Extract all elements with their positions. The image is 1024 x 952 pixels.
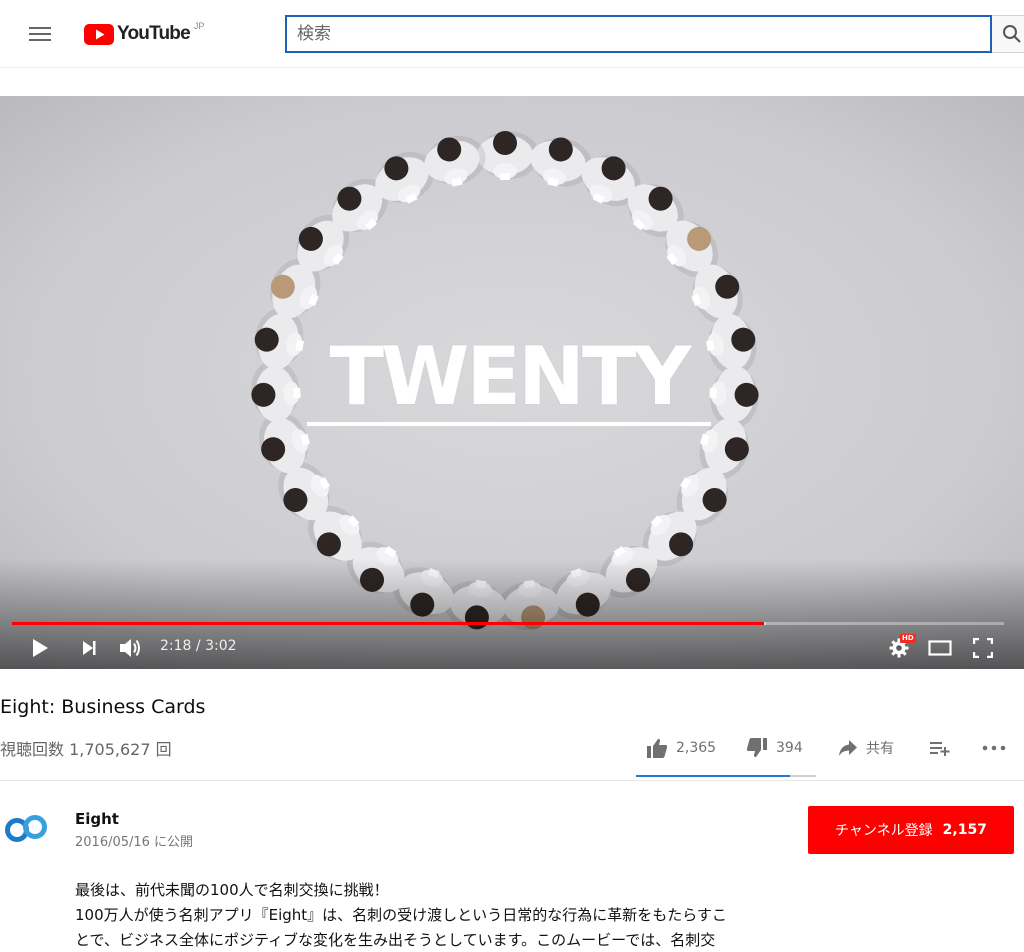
thumbs-down-icon bbox=[746, 738, 767, 758]
theater-mode-button[interactable] bbox=[926, 636, 954, 660]
video-overlay-title: TWENTY bbox=[329, 330, 692, 423]
divider bbox=[0, 780, 1024, 781]
search-box bbox=[285, 15, 992, 53]
eight-logo-icon bbox=[5, 815, 47, 842]
next-button[interactable] bbox=[76, 636, 102, 660]
subscribe-label: チャンネル登録 bbox=[835, 823, 933, 839]
guide-menu-button[interactable] bbox=[28, 24, 52, 44]
hd-badge: HD bbox=[900, 634, 916, 643]
search-icon bbox=[1002, 25, 1021, 43]
masthead: YouTube JP bbox=[0, 0, 1024, 68]
time-current: 2:18 bbox=[160, 638, 192, 654]
video-player[interactable]: TWENTY 2:18 / 3:02 HD bbox=[0, 96, 1024, 669]
subscribe-button[interactable]: チャンネル登録 2,157 bbox=[808, 806, 1014, 854]
like-button[interactable]: 2,365 bbox=[646, 736, 716, 760]
share-button[interactable]: 共有 bbox=[838, 736, 894, 760]
time-display: 2:18 / 3:02 bbox=[160, 638, 237, 654]
next-icon bbox=[83, 641, 96, 655]
youtube-logo[interactable]: YouTube JP bbox=[84, 21, 205, 46]
volume-button[interactable] bbox=[116, 636, 146, 660]
like-count: 2,365 bbox=[676, 740, 717, 756]
play-icon bbox=[33, 639, 48, 657]
sentiment-bar bbox=[636, 775, 816, 777]
controls-gradient bbox=[0, 559, 1024, 669]
time-duration: 3:02 bbox=[205, 638, 237, 654]
view-count: 視聴回数 1,705,627 回 bbox=[0, 740, 172, 759]
time-separator: / bbox=[191, 638, 206, 654]
search-button[interactable] bbox=[992, 15, 1024, 53]
volume-icon bbox=[120, 639, 140, 657]
subscriber-count: 2,157 bbox=[942, 822, 987, 838]
video-title: Eight: Business Cards bbox=[0, 696, 206, 718]
publish-date: 2016/05/16 に公開 bbox=[75, 835, 194, 850]
add-to-playlist-button[interactable] bbox=[929, 736, 951, 760]
fullscreen-button[interactable] bbox=[970, 636, 996, 660]
video-actions: 2,365 394 共有 bbox=[640, 736, 1024, 760]
video-description: 最後は、前代未聞の100人で名刺交換に挑戦！ 100万人が使う名刺アプリ『Eig… bbox=[75, 878, 805, 952]
add-to-playlist-icon bbox=[930, 742, 950, 756]
more-actions-button[interactable] bbox=[982, 736, 1006, 760]
more-horizontal-icon bbox=[982, 745, 1006, 751]
youtube-play-logo-icon bbox=[84, 23, 114, 45]
fullscreen-icon bbox=[973, 638, 993, 658]
video-overlay-underline bbox=[307, 422, 711, 426]
progress-bar[interactable] bbox=[12, 622, 1004, 625]
description-line: 100万人が使う名刺アプリ『Eight』は、名刺の受け渡しという日常的な行為に革… bbox=[75, 906, 727, 924]
logo-wordmark: YouTube bbox=[117, 23, 191, 44]
channel-name[interactable]: Eight bbox=[75, 810, 119, 828]
channel-avatar[interactable] bbox=[3, 812, 51, 848]
description-line: とで、ビジネス全体にポジティブな変化を生み出そうとしています。このムービーでは、… bbox=[75, 931, 716, 949]
settings-button[interactable]: HD bbox=[884, 634, 916, 660]
share-label: 共有 bbox=[866, 741, 894, 757]
theater-mode-icon bbox=[928, 640, 952, 656]
play-button[interactable] bbox=[26, 636, 54, 660]
hamburger-menu-icon bbox=[29, 27, 51, 41]
dislike-count: 394 bbox=[776, 740, 803, 756]
thumbs-up-icon bbox=[647, 738, 668, 758]
search-input[interactable] bbox=[287, 17, 990, 51]
dislike-button[interactable]: 394 bbox=[746, 736, 803, 760]
sentiment-bar-like bbox=[636, 775, 791, 777]
share-arrow-icon bbox=[839, 740, 857, 756]
description-line: 最後は、前代未聞の100人で名刺交換に挑戦！ bbox=[75, 881, 389, 899]
logo-country-code: JP bbox=[193, 21, 205, 31]
progress-played bbox=[12, 622, 764, 625]
